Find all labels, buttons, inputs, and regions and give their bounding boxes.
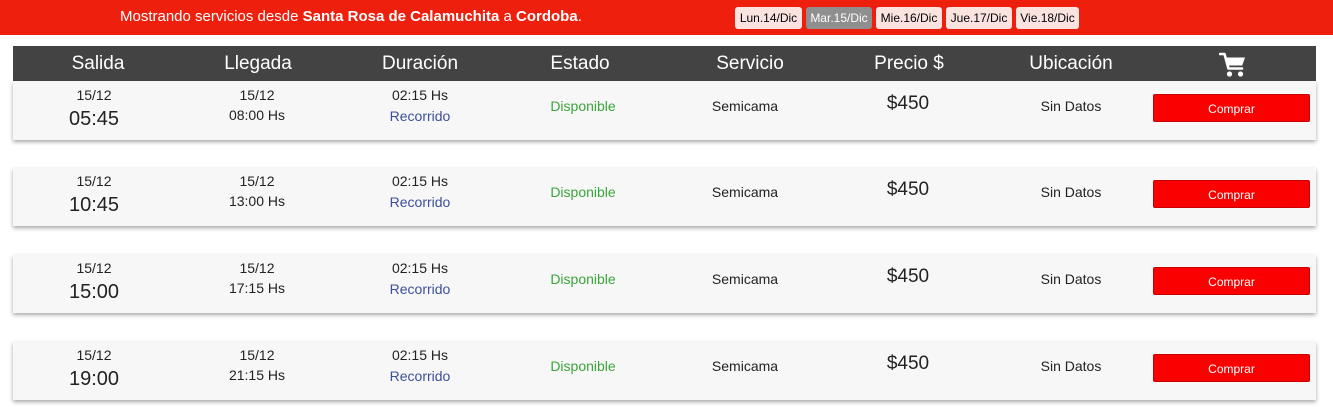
price: $450 [886, 179, 930, 200]
column-header-duracion: Duración [381, 53, 459, 74]
column-header-servicio: Servicio [716, 53, 784, 74]
duration: 02:15 Hs [391, 173, 449, 189]
departure-date: 15/12 [76, 173, 112, 189]
route-connector: a [503, 8, 512, 25]
column-header-ubicacion: Ubicación [1029, 53, 1113, 74]
arrival-date: 15/12 [239, 173, 275, 189]
route-message: Mostrando servicios desde Santa Rosa de … [120, 8, 582, 25]
location-status: Sin Datos [1040, 98, 1102, 114]
buy-button[interactable]: Comprar [1153, 267, 1310, 295]
arrival-time: 21:15 Hs [228, 367, 286, 383]
service-type: Semicama [711, 358, 779, 374]
departure-time: 15:00 [68, 281, 120, 303]
buy-button[interactable]: Comprar [1153, 94, 1310, 122]
price: $450 [886, 266, 930, 287]
trip-row: 15/12 15:00 15/12 17:15 Hs 02:15 Hs Reco… [13, 255, 1316, 313]
route-link[interactable]: Recorrido [370, 108, 470, 124]
route-link[interactable]: Recorrido [370, 368, 470, 384]
day-button-mie[interactable]: Mie.16/Dic [876, 7, 942, 29]
buy-button[interactable]: Comprar [1153, 354, 1310, 382]
arrival-time: 17:15 Hs [228, 280, 286, 296]
duration: 02:15 Hs [391, 260, 449, 276]
day-button-vie[interactable]: Vie.18/Dic [1016, 7, 1079, 29]
route-link[interactable]: Recorrido [370, 281, 470, 297]
buy-button[interactable]: Comprar [1153, 180, 1310, 208]
column-header-estado: Estado [550, 53, 610, 74]
duration: 02:15 Hs [391, 347, 449, 363]
departure-date: 15/12 [76, 347, 112, 363]
departure-time: 10:45 [68, 194, 120, 216]
column-header-llegada: Llegada [224, 53, 292, 74]
table-header: Salida Llegada Duración Estado Servicio … [13, 46, 1316, 81]
day-button-jue[interactable]: Jue.17/Dic [946, 7, 1012, 29]
location-status: Sin Datos [1040, 271, 1102, 287]
departure-date: 15/12 [76, 87, 112, 103]
arrival-date: 15/12 [239, 87, 275, 103]
trip-row: 15/12 05:45 15/12 08:00 Hs 02:15 Hs Reco… [13, 82, 1316, 140]
price: $450 [886, 353, 930, 374]
column-header-precio: Precio $ [874, 53, 944, 74]
status-label: Disponible [550, 98, 616, 114]
arrival-date: 15/12 [239, 347, 275, 363]
day-button-lun[interactable]: Lun.14/Dic [735, 7, 802, 29]
route-suffix: . [577, 8, 582, 25]
location-status: Sin Datos [1040, 358, 1102, 374]
arrival-time: 13:00 Hs [228, 193, 286, 209]
route-link[interactable]: Recorrido [370, 194, 470, 210]
price: $450 [886, 93, 930, 114]
service-type: Semicama [711, 184, 779, 200]
status-label: Disponible [550, 184, 616, 200]
trip-row: 15/12 10:45 15/12 13:00 Hs 02:15 Hs Reco… [13, 168, 1316, 226]
shopping-cart-icon[interactable] [1219, 52, 1247, 78]
duration: 02:15 Hs [391, 87, 449, 103]
route-origin: Santa Rosa de Calamuchita [302, 8, 500, 25]
arrival-time: 08:00 Hs [228, 107, 286, 123]
trip-row: 15/12 19:00 15/12 21:15 Hs 02:15 Hs Reco… [13, 342, 1316, 400]
route-prefix: Mostrando servicios desde [120, 8, 299, 25]
departure-time: 19:00 [68, 368, 120, 390]
column-header-salida: Salida [71, 53, 125, 74]
departure-time: 05:45 [68, 108, 120, 130]
departure-date: 15/12 [76, 260, 112, 276]
status-label: Disponible [550, 271, 616, 287]
route-destination: Cordoba [516, 8, 578, 25]
day-button-mar[interactable]: Mar.15/Dic [806, 7, 872, 29]
service-type: Semicama [711, 271, 779, 287]
location-status: Sin Datos [1040, 184, 1102, 200]
service-type: Semicama [711, 98, 779, 114]
status-label: Disponible [550, 358, 616, 374]
arrival-date: 15/12 [239, 260, 275, 276]
top-bar: Mostrando servicios desde Santa Rosa de … [0, 0, 1333, 35]
